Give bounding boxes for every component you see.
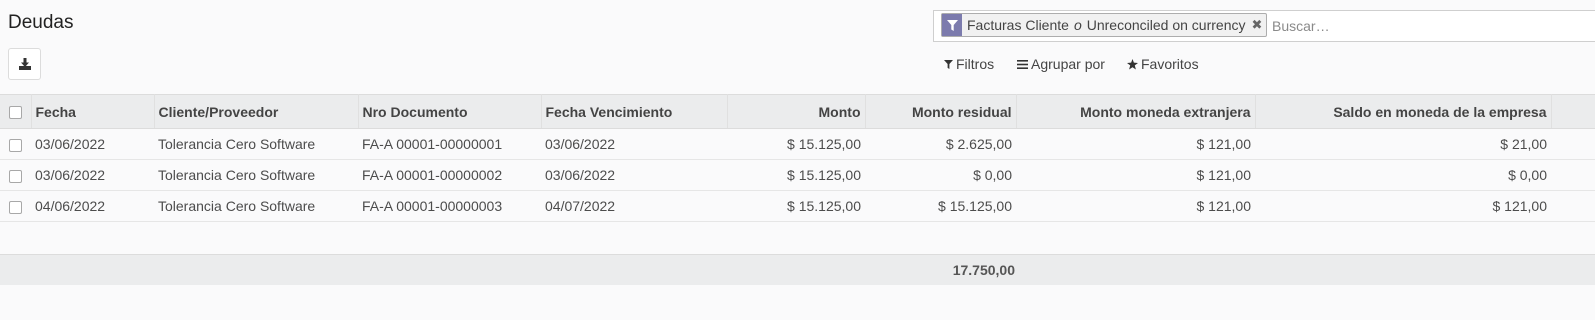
cell-partner: Tolerancia Cero Software (154, 190, 358, 222)
cell-document: FA-A 00001-00000002 (358, 159, 541, 191)
column-header-foreign-amount[interactable]: Monto moneda extranjera (1016, 94, 1256, 129)
column-header-date[interactable]: Fecha (31, 94, 155, 129)
close-icon[interactable]: ✖ (1251, 17, 1262, 33)
cell-date: 03/06/2022 (31, 159, 154, 191)
cell-foreign-amount: $ 121,00 (1016, 159, 1255, 191)
table-row[interactable]: 04/06/2022 Tolerancia Cero Software FA-A… (0, 190, 1595, 222)
select-all-checkbox[interactable] (0, 94, 32, 129)
cell-company-balance: $ 0,00 (1255, 159, 1551, 191)
filters-button[interactable]: Filtros (944, 56, 994, 72)
residual-total: 17.750,00 (952, 262, 1015, 278)
group-by-button[interactable]: Agrupar por (1017, 56, 1105, 72)
cell-document: FA-A 00001-00000001 (358, 128, 541, 160)
cell-amount: $ 15.125,00 (727, 159, 865, 191)
cell-empty (1551, 159, 1595, 191)
cell-document: FA-A 00001-00000003 (358, 190, 541, 222)
cell-company-balance: $ 121,00 (1255, 190, 1551, 222)
cell-date: 03/06/2022 (31, 128, 154, 160)
cell-date: 04/06/2022 (31, 190, 154, 222)
table-row[interactable]: 03/06/2022 Tolerancia Cero Software FA-A… (0, 128, 1595, 160)
cell-residual: $ 0,00 (865, 159, 1016, 191)
table-footer: 17.750,00 (0, 254, 1595, 285)
cell-partner: Tolerancia Cero Software (154, 128, 358, 160)
filter-icon (944, 59, 953, 69)
star-icon (1127, 58, 1138, 70)
cell-empty (1551, 190, 1595, 222)
column-header-amount[interactable]: Monto (727, 94, 866, 129)
cell-partner: Tolerancia Cero Software (154, 159, 358, 191)
cell-due-date: 03/06/2022 (541, 159, 727, 191)
cell-due-date: 03/06/2022 (541, 128, 727, 160)
facet-label: Facturas Cliente o Unreconciled on currenc… (967, 17, 1246, 33)
cell-company-balance: $ 21,00 (1255, 128, 1551, 160)
column-header-residual[interactable]: Monto residual (865, 94, 1017, 129)
row-checkbox[interactable] (0, 159, 31, 191)
filter-icon (942, 14, 962, 36)
table-row[interactable]: 03/06/2022 Tolerancia Cero Software FA-A… (0, 159, 1595, 191)
column-header-company-balance[interactable]: Saldo en moneda de la empresa (1255, 94, 1552, 129)
cell-due-date: 04/07/2022 (541, 190, 727, 222)
download-button[interactable] (8, 48, 41, 80)
cell-foreign-amount: $ 121,00 (1016, 190, 1255, 222)
cell-residual: $ 2.625,00 (865, 128, 1016, 160)
column-header-partner[interactable]: Cliente/Proveedor (154, 94, 359, 129)
column-header-document[interactable]: Nro Documento (358, 94, 542, 129)
cell-amount: $ 15.125,00 (727, 128, 865, 160)
row-checkbox[interactable] (0, 128, 31, 160)
cell-empty (1551, 128, 1595, 160)
list-icon (1017, 59, 1028, 69)
search-facet[interactable]: Facturas Cliente o Unreconciled on currenc… (941, 13, 1268, 37)
search-input[interactable] (1272, 16, 1572, 36)
cell-foreign-amount: $ 121,00 (1016, 128, 1255, 160)
download-icon (18, 57, 31, 70)
favorites-button[interactable]: Favoritos (1127, 56, 1199, 72)
column-header-due-date[interactable]: Fecha Vencimiento (541, 94, 728, 129)
cell-amount: $ 15.125,00 (727, 190, 865, 222)
column-header-optional[interactable] (1551, 94, 1595, 129)
table-header-row: Fecha Cliente/Proveedor Nro Documento Fe… (0, 94, 1595, 129)
search-bar[interactable]: Facturas Cliente o Unreconciled on currenc… (933, 10, 1595, 42)
row-checkbox[interactable] (0, 190, 31, 222)
cell-residual: $ 15.125,00 (865, 190, 1016, 222)
page-title: Deudas (8, 12, 74, 33)
moves-table: Fecha Cliente/Proveedor Nro Documento Fe… (0, 94, 1595, 222)
